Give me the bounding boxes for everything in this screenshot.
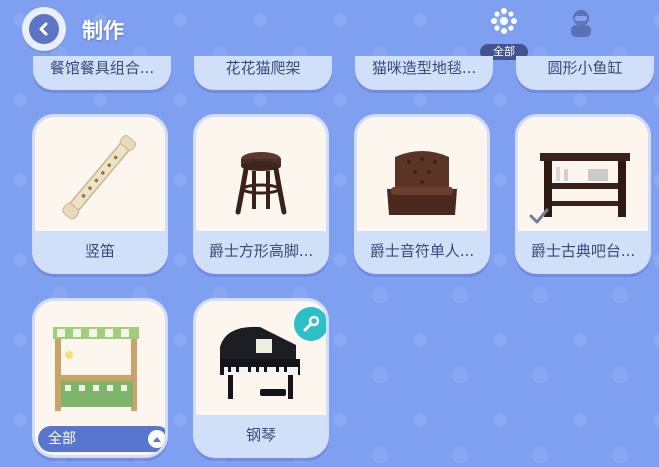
list-item[interactable]: 圆形小鱼缸 — [516, 56, 654, 90]
stall-icon — [53, 327, 139, 411]
item-label: 餐馆餐具组合... — [49, 59, 155, 77]
item-card-armchair[interactable]: 爵士音符单人... — [354, 114, 490, 274]
list-item[interactable]: 猫咪造型地毯... — [355, 56, 493, 90]
armchair-icon — [387, 151, 457, 215]
check-icon — [529, 208, 549, 224]
character-icon[interactable] — [566, 8, 596, 42]
item-card-recorder[interactable]: 竖笛 — [32, 114, 168, 274]
item-label: 圆形小鱼缸 — [547, 59, 623, 77]
caret-up-icon — [148, 430, 165, 448]
flower-filter-icon — [491, 8, 517, 34]
item-card-bar-stool[interactable]: 爵士方形高脚... — [193, 114, 329, 274]
list-item[interactable]: 花花猫爬架 — [194, 56, 332, 90]
header: 制作 全部 — [0, 0, 659, 60]
item-label: 爵士音符单人... — [357, 231, 487, 271]
item-label: 花花猫爬架 — [225, 59, 301, 77]
filter-button[interactable]: 全部 — [480, 4, 528, 60]
recorder-icon — [62, 135, 137, 220]
item-card-bar-counter[interactable]: 爵士古典吧台... — [515, 114, 651, 274]
item-label: 猫咪造型地毯... — [371, 59, 477, 77]
wrench-badge-icon — [292, 305, 326, 343]
filter-all-pill[interactable]: 全部 — [38, 426, 165, 452]
item-label: 钢琴 — [196, 415, 326, 455]
item-card-stall[interactable]: 全部 — [32, 298, 168, 458]
list-item[interactable]: 餐馆餐具组合... — [33, 56, 171, 90]
item-label: 爵士方形高脚... — [196, 231, 326, 271]
item-label: 竖笛 — [35, 231, 165, 271]
back-button[interactable] — [22, 7, 66, 51]
filter-all-label: 全部 — [48, 431, 76, 447]
page-title: 制作 — [82, 19, 124, 43]
back-arrow-icon — [29, 14, 59, 44]
item-card-piano[interactable]: 钢琴 — [193, 298, 329, 458]
bar-stool-icon — [235, 152, 287, 215]
item-label: 爵士古典吧台... — [518, 231, 648, 271]
